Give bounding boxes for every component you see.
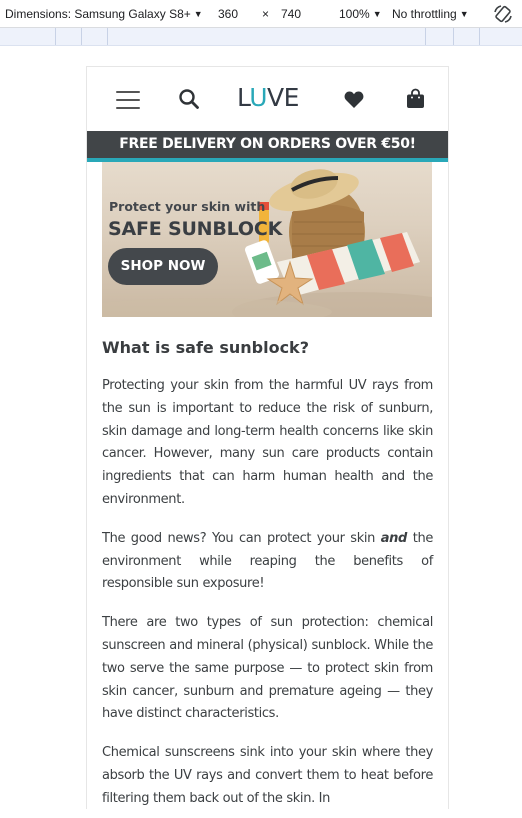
chevron-down-icon: ▼: [193, 9, 203, 19]
media-query-ruler[interactable]: [0, 28, 522, 46]
zoom-value: 100%: [339, 7, 370, 21]
article-heading: What is safe sunblock?: [102, 338, 309, 357]
device-dimensions-label: Dimensions: Samsung Galaxy S8+: [5, 7, 191, 21]
p2-text-before: The good news? You can protect your skin: [102, 530, 381, 546]
free-delivery-banner[interactable]: FREE DELIVERY ON ORDERS OVER €50!: [87, 131, 448, 162]
rotate-icon[interactable]: [492, 3, 514, 25]
devtools-device-toolbar: Dimensions: Samsung Galaxy S8+ ▼ 360 × 74…: [0, 0, 522, 28]
ruler-tick: [453, 28, 454, 45]
menu-icon[interactable]: [116, 91, 140, 109]
ruler-tick: [107, 28, 108, 45]
chevron-down-icon: ▼: [459, 9, 469, 19]
throttling-select[interactable]: No throttling ▼: [392, 7, 469, 21]
article-paragraph-4: Chemical sunscreens sink into your skin …: [102, 745, 433, 806]
banner-subtitle: Protect your skin with: [109, 199, 266, 214]
sunblock-promo-banner[interactable]: Protect your skin with SAFE SUNBLOCK SHO…: [102, 162, 432, 317]
height-input[interactable]: 740: [281, 7, 301, 21]
article-paragraph-3: There are two types of sun protection: c…: [102, 615, 433, 722]
article-paragraph-2: The good news? You can protect your skin…: [102, 528, 433, 596]
logo-part-1: L: [237, 83, 250, 112]
heart-icon[interactable]: [344, 90, 364, 109]
ruler-tick: [425, 28, 426, 45]
chevron-down-icon: ▼: [372, 9, 382, 19]
banner-title: SAFE SUNBLOCK: [108, 218, 283, 240]
device-select[interactable]: Dimensions: Samsung Galaxy S8+ ▼: [5, 7, 203, 21]
p2-emphasis: and: [380, 530, 408, 546]
times-separator: ×: [262, 7, 270, 21]
logo-part-2: U: [249, 83, 267, 112]
logo-part-3: VE: [267, 83, 299, 112]
ruler-tick: [55, 28, 56, 45]
width-input[interactable]: 360: [218, 7, 238, 21]
zoom-select[interactable]: 100% ▼: [339, 7, 382, 21]
search-icon[interactable]: [178, 88, 200, 110]
article-paragraph-1: Protecting your skin from the harmful UV…: [102, 378, 433, 507]
ruler-tick: [479, 28, 480, 45]
article-content: What is safe sunblock? Protecting your s…: [102, 337, 433, 809]
shopping-bag-icon[interactable]: [406, 88, 425, 109]
site-header: LUVE: [87, 67, 448, 131]
device-screen: LUVE FREE DELIVERY ON ORDERS OVER €50! P…: [86, 66, 449, 809]
ruler-tick: [81, 28, 82, 45]
throttling-value: No throttling: [392, 7, 457, 21]
site-logo[interactable]: LUVE: [237, 83, 299, 113]
shop-now-button[interactable]: SHOP NOW: [108, 248, 218, 285]
